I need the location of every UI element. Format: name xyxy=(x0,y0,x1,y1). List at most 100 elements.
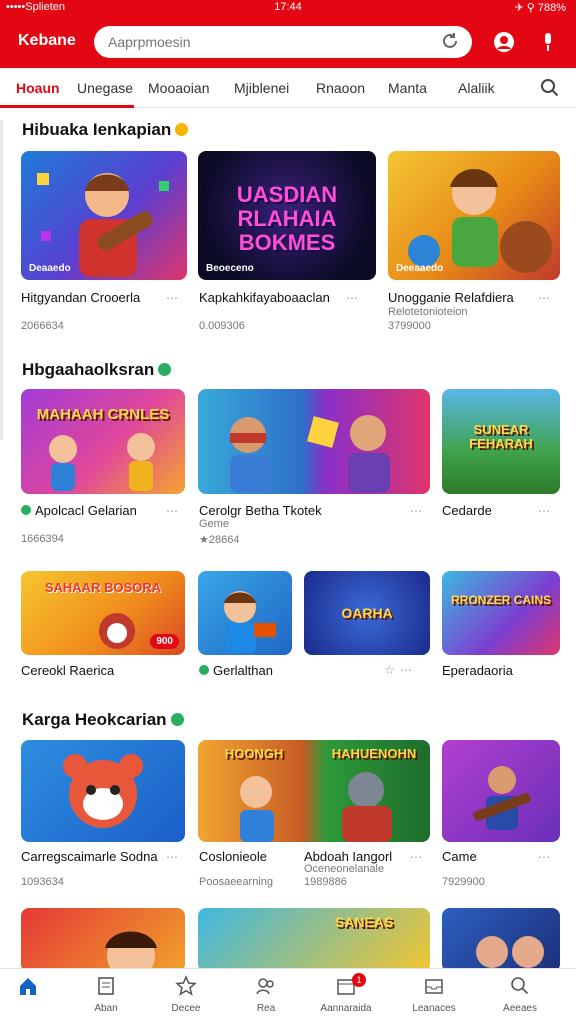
game-title[interactable]: Cedarde xyxy=(442,503,492,518)
game-card-5[interactable] xyxy=(198,389,430,494)
character-artwork xyxy=(240,772,392,842)
nav-item-home[interactable] xyxy=(0,975,68,1001)
status-battery: ✈ ⚲ 788% xyxy=(514,2,566,14)
category-tabs: Hoaun Unegase Mooaoian Mjiblenei Rnaoon … xyxy=(0,68,576,108)
rating-stars-icon[interactable]: ☆ ⋯ xyxy=(384,663,413,677)
card-label: Deeaaedo xyxy=(396,263,444,274)
more-options-icon[interactable]: ⋯ xyxy=(410,850,423,864)
refresh-icon[interactable] xyxy=(440,31,460,51)
nav-item-2[interactable]: Aban xyxy=(66,975,146,1014)
game-title[interactable]: Gerlalthan xyxy=(199,663,273,678)
section-title-2: Hbgaahaolksran xyxy=(22,360,172,380)
tab-2[interactable]: Unegase xyxy=(77,80,133,96)
game-card-13[interactable] xyxy=(442,740,560,842)
search-icon[interactable] xyxy=(540,78,560,98)
more-options-icon[interactable]: ⋯ xyxy=(410,504,423,518)
tab-6[interactable]: Manta xyxy=(388,80,427,96)
character-artwork xyxy=(224,591,276,653)
scroll-edge xyxy=(0,120,3,440)
game-title[interactable]: Cerolgr Betha Tkotek xyxy=(199,503,322,518)
game-title[interactable]: Carregscaimarle Sodna xyxy=(21,849,158,864)
game-card-6[interactable]: SUNEAR FEHARAH xyxy=(442,389,560,494)
game-card-4[interactable]: MAHAAH CRNLES xyxy=(21,389,185,494)
game-card-7[interactable]: SAHAAR BOSORA 900 xyxy=(21,571,185,655)
microphone-icon[interactable] xyxy=(536,30,560,54)
game-meta: 0.009306 xyxy=(199,320,245,332)
more-options-icon[interactable]: ⋯ xyxy=(538,291,551,305)
game-title[interactable]: Hitgyandan Crooerla xyxy=(21,290,140,305)
game-card-3[interactable]: Deeaaedo xyxy=(388,151,560,280)
more-options-icon[interactable]: ⋯ xyxy=(166,504,179,518)
bottom-navigation: Aban Decee Rea 1 Aannaraida Leanaces Aee… xyxy=(0,968,576,1024)
more-options-icon[interactable]: ⋯ xyxy=(346,291,359,305)
game-title[interactable]: Eperadaoria xyxy=(442,663,513,678)
game-rating: ★28664 xyxy=(199,534,240,546)
game-title[interactable]: Kapkahkifayaboaaclan xyxy=(199,290,330,305)
game-meta: Relotetonioteion xyxy=(388,306,468,318)
inbox-icon xyxy=(394,975,474,1001)
brand-logo[interactable]: Kebane xyxy=(18,32,76,50)
game-title-text: Apolcacl Gelarian xyxy=(35,503,137,518)
game-meta: 2066634 xyxy=(21,320,64,332)
game-card-16[interactable] xyxy=(442,908,560,972)
tab-5[interactable]: Rnaoon xyxy=(316,80,365,96)
tab-3[interactable]: Mooaoian xyxy=(148,80,210,96)
game-card-11[interactable] xyxy=(21,740,185,842)
search-input[interactable]: Aaprpmoesin xyxy=(94,26,472,58)
section-title-1: Hibuaka Ienkapian xyxy=(22,120,189,140)
card-label: Deaaedo xyxy=(29,263,71,274)
game-card-8[interactable] xyxy=(198,571,292,655)
nav-item-3[interactable]: Decee xyxy=(146,975,226,1014)
active-tab-indicator xyxy=(0,105,134,108)
game-genre: Geme xyxy=(199,518,229,530)
price-badge: 900 xyxy=(150,634,179,649)
game-title[interactable]: Unogganie Relafdiera xyxy=(388,290,514,305)
notification-badge: 1 xyxy=(352,973,366,987)
nav-item-6[interactable]: Leanaces xyxy=(394,975,474,1014)
game-meta: 1093634 xyxy=(21,876,64,888)
character-artwork xyxy=(37,173,169,277)
game-meta: 3799000 xyxy=(388,320,431,332)
more-options-icon[interactable]: ⋯ xyxy=(538,850,551,864)
game-title[interactable]: Apolcacl Gelarian xyxy=(21,503,137,518)
character-artwork xyxy=(49,433,155,491)
game-card-9[interactable]: OARHA xyxy=(304,571,430,655)
game-title[interactable]: Coslonieole xyxy=(199,849,267,864)
more-options-icon[interactable]: ⋯ xyxy=(166,850,179,864)
game-title[interactable]: Cereokl Raerica xyxy=(21,663,114,678)
game-card-14[interactable] xyxy=(21,908,185,972)
game-meta: 7929900 xyxy=(442,876,485,888)
more-options-icon[interactable]: ⋯ xyxy=(166,291,179,305)
card-art-title: SUNEAR FEHARAH xyxy=(469,422,533,451)
search-placeholder: Aaprpmoesin xyxy=(108,34,191,50)
card-art-title: UASDIAN RLAHAIA BOKMES xyxy=(236,182,338,255)
character-artwork xyxy=(476,936,544,968)
game-card-15[interactable]: SANEAS xyxy=(198,908,430,972)
nav-label: Decee xyxy=(171,1003,201,1014)
profile-icon[interactable] xyxy=(492,30,516,54)
tab-4[interactable]: Mjiblenei xyxy=(234,80,289,96)
card-label: Beoeceno xyxy=(206,263,254,274)
app-header: •••••Splieten 17:44 ✈ ⚲ 788% Kebane Aapr… xyxy=(0,0,576,68)
tab-7[interactable]: Alaliik xyxy=(458,80,495,96)
nav-item-5[interactable]: 1 Aannaraida xyxy=(306,973,386,1014)
people-icon xyxy=(226,975,306,1001)
nav-item-7[interactable]: Aeeaes xyxy=(480,975,560,1014)
game-card-10[interactable]: RRONZER CAINS xyxy=(442,571,560,655)
nav-item-4[interactable]: Rea xyxy=(226,975,306,1014)
status-time: 17:44 xyxy=(274,1,302,13)
nav-label: Rea xyxy=(256,1003,276,1014)
game-title[interactable]: Abdoah Iangorl xyxy=(304,849,392,864)
game-card-12[interactable]: HOONGH HAHUENOHN xyxy=(198,740,430,842)
character-artwork xyxy=(63,754,143,828)
game-title[interactable]: Came xyxy=(442,849,477,864)
section-dot-icon xyxy=(158,363,172,376)
status-bar: •••••Splieten 17:44 ✈ ⚲ 788% xyxy=(0,0,576,16)
card-art-title: RRONZER CAINS xyxy=(450,593,551,607)
game-card-2[interactable]: UASDIAN RLAHAIA BOKMES Beoeceno xyxy=(198,151,376,280)
character-artwork xyxy=(473,766,531,830)
tab-home[interactable]: Hoaun xyxy=(16,80,60,96)
more-options-icon[interactable]: ⋯ xyxy=(538,504,551,518)
game-card-1[interactable]: Deaaedo xyxy=(21,151,187,280)
section-dot-icon xyxy=(170,713,184,726)
